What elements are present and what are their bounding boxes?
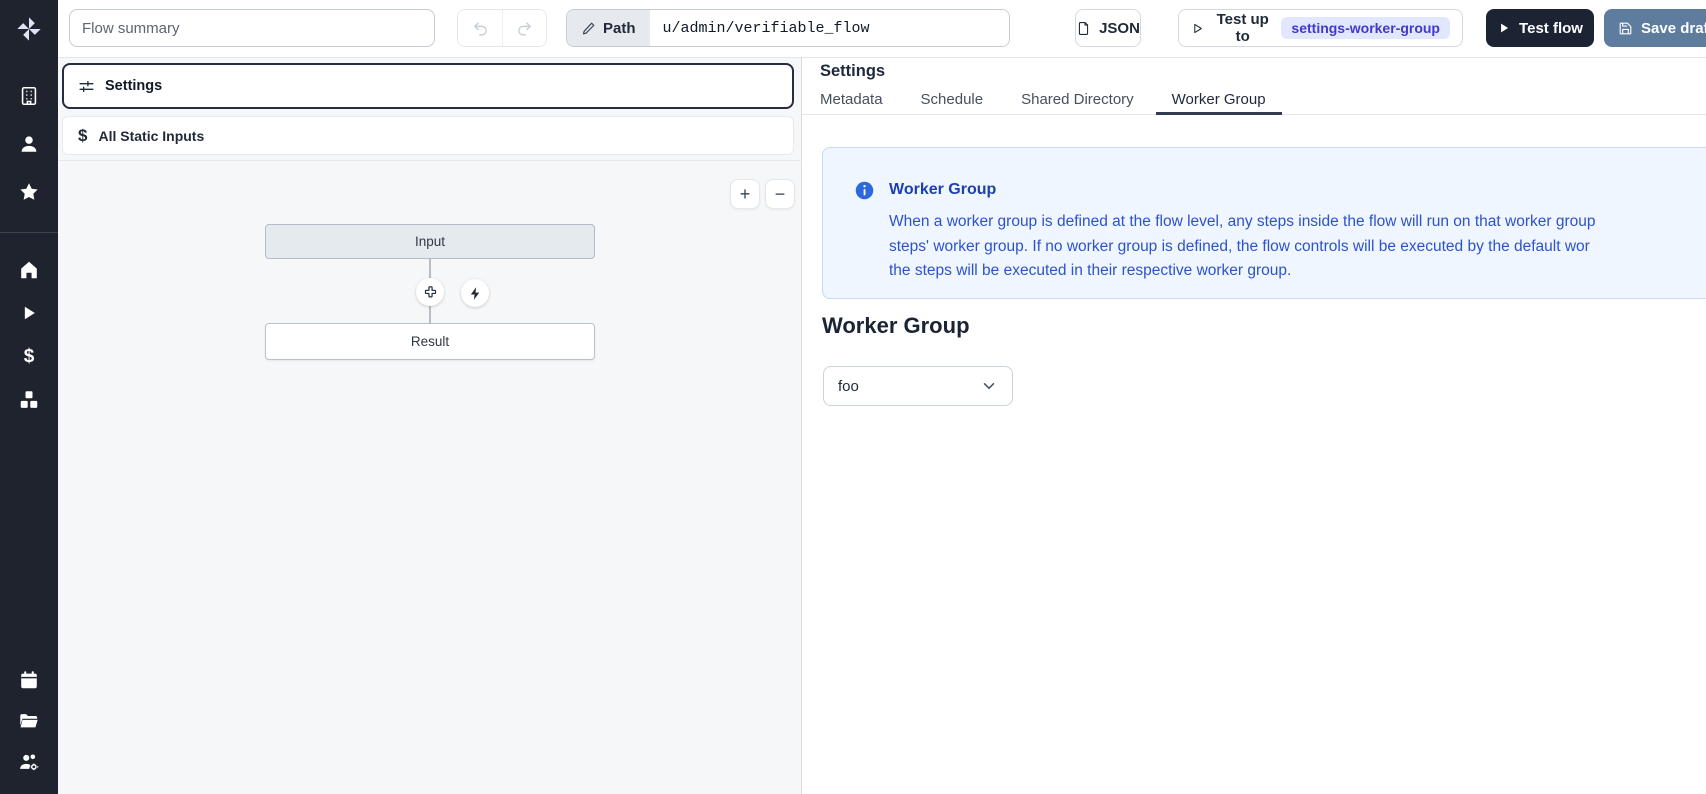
plus-cross-icon	[423, 285, 438, 300]
zoom-in-button[interactable]: +	[730, 179, 760, 209]
sidebar-item-user[interactable]	[0, 124, 58, 164]
worker-group-section-title: Worker Group	[822, 313, 970, 339]
sidebar-item-home[interactable]	[0, 250, 58, 290]
worker-group-select-value: foo	[838, 378, 859, 395]
file-json-icon	[1076, 21, 1091, 36]
settings-panel: Settings Metadata Schedule Shared Direct…	[802, 58, 1706, 794]
tab-worker-group[interactable]: Worker Group	[1156, 90, 1282, 115]
path-label: Path	[603, 20, 636, 37]
building-icon	[18, 85, 40, 107]
tab-shared-directory[interactable]: Shared Directory	[1005, 90, 1150, 115]
json-button-label: JSON	[1099, 20, 1140, 37]
flow-settings-label: Settings	[105, 78, 162, 94]
play-icon	[19, 303, 39, 323]
flow-summary-input[interactable]	[69, 9, 435, 47]
sidebar-item-runs[interactable]	[0, 293, 58, 333]
alert-title: Worker Group	[889, 181, 996, 199]
add-trigger-button[interactable]	[461, 279, 489, 307]
windmill-logo-icon	[15, 15, 43, 43]
alert-line: steps' worker group. If no worker group …	[889, 235, 1595, 260]
tab-shared-directory-label: Shared Directory	[1021, 91, 1134, 108]
json-button[interactable]: JSON	[1075, 9, 1141, 47]
tab-schedule-label: Schedule	[921, 91, 984, 108]
redo-arrow-icon	[516, 20, 533, 37]
test-up-to-label: Test up to	[1212, 11, 1273, 45]
all-static-inputs-item[interactable]: $ All Static Inputs	[62, 116, 794, 155]
settings-tabs: Metadata Schedule Shared Directory Worke…	[802, 90, 1706, 115]
bolt-icon	[468, 286, 483, 301]
home-icon	[18, 259, 40, 281]
zoom-out-button[interactable]: −	[765, 179, 795, 209]
result-node-label: Result	[411, 334, 449, 349]
sliders-icon	[78, 78, 95, 95]
sidebar-item-workers[interactable]	[0, 742, 58, 782]
save-icon	[1618, 21, 1633, 36]
result-node[interactable]: Result	[265, 323, 595, 360]
test-flow-button[interactable]: Test flow	[1486, 9, 1594, 47]
alert-body: When a worker group is defined at the fl…	[889, 210, 1595, 284]
folder-open-icon	[18, 710, 40, 732]
play-outline-icon	[1191, 21, 1204, 36]
topbar: Path JSON Test up to settings-worker-gro…	[58, 0, 1706, 58]
star-icon	[18, 181, 40, 203]
test-up-to-step-badge[interactable]: settings-worker-group	[1281, 17, 1450, 39]
all-static-inputs-label: All Static Inputs	[98, 128, 204, 144]
sidebar-item-folders[interactable]	[0, 701, 58, 741]
tab-schedule[interactable]: Schedule	[905, 90, 1000, 115]
dollar-sign-icon: $	[24, 346, 35, 368]
alert-line: When a worker group is defined at the fl…	[889, 210, 1595, 235]
input-node-label: Input	[415, 234, 445, 249]
path-group: Path	[566, 9, 1010, 47]
path-input[interactable]	[650, 10, 1009, 46]
worker-group-select[interactable]: foo	[823, 366, 1013, 406]
chevron-down-icon	[980, 377, 998, 395]
save-draft-label: Save draft	[1641, 20, 1706, 37]
tab-metadata[interactable]: Metadata	[804, 90, 899, 115]
undo-redo-group	[457, 9, 547, 47]
minus-icon: −	[775, 184, 786, 205]
save-draft-button[interactable]: Save draft	[1604, 9, 1706, 47]
edit-path-button[interactable]: Path	[567, 10, 650, 46]
boxes-icon	[18, 389, 40, 411]
windmill-logo[interactable]	[0, 0, 58, 58]
plus-icon: +	[740, 184, 751, 205]
info-icon	[854, 180, 875, 206]
test-flow-label: Test flow	[1519, 20, 1583, 37]
flow-settings-item[interactable]: Settings	[62, 63, 794, 109]
play-filled-icon	[1497, 21, 1511, 35]
sidebar-item-workspace[interactable]	[0, 76, 58, 116]
dollar-sign-icon: $	[78, 126, 87, 146]
calendar-icon	[18, 669, 40, 691]
input-node[interactable]: Input	[265, 224, 595, 259]
sidebar-item-schedules[interactable]	[0, 660, 58, 700]
test-up-to-button[interactable]: Test up to settings-worker-group	[1178, 9, 1463, 47]
undo-button[interactable]	[458, 10, 502, 46]
tab-metadata-label: Metadata	[820, 91, 883, 108]
undo-arrow-icon	[472, 20, 489, 37]
users-gear-icon	[18, 751, 40, 773]
sidebar-item-variables[interactable]: $	[0, 337, 58, 377]
alert-line: the steps will be executed in their resp…	[889, 259, 1595, 284]
redo-button[interactable]	[502, 10, 546, 46]
flow-graph-canvas[interactable]: Input Result + −	[58, 160, 802, 794]
settings-panel-title: Settings	[820, 62, 885, 81]
add-step-button[interactable]	[416, 278, 444, 306]
tab-worker-group-label: Worker Group	[1172, 91, 1266, 108]
sidebar-divider	[0, 232, 58, 233]
app-sidebar: $	[0, 0, 58, 794]
flow-editor-panel: Settings $ All Static Inputs Input Resul…	[58, 58, 802, 794]
worker-group-info-alert: Worker Group When a worker group is defi…	[822, 147, 1706, 299]
pencil-icon	[581, 21, 596, 36]
sidebar-item-resources[interactable]	[0, 380, 58, 420]
sidebar-item-favorites[interactable]	[0, 172, 58, 212]
user-icon	[18, 133, 40, 155]
